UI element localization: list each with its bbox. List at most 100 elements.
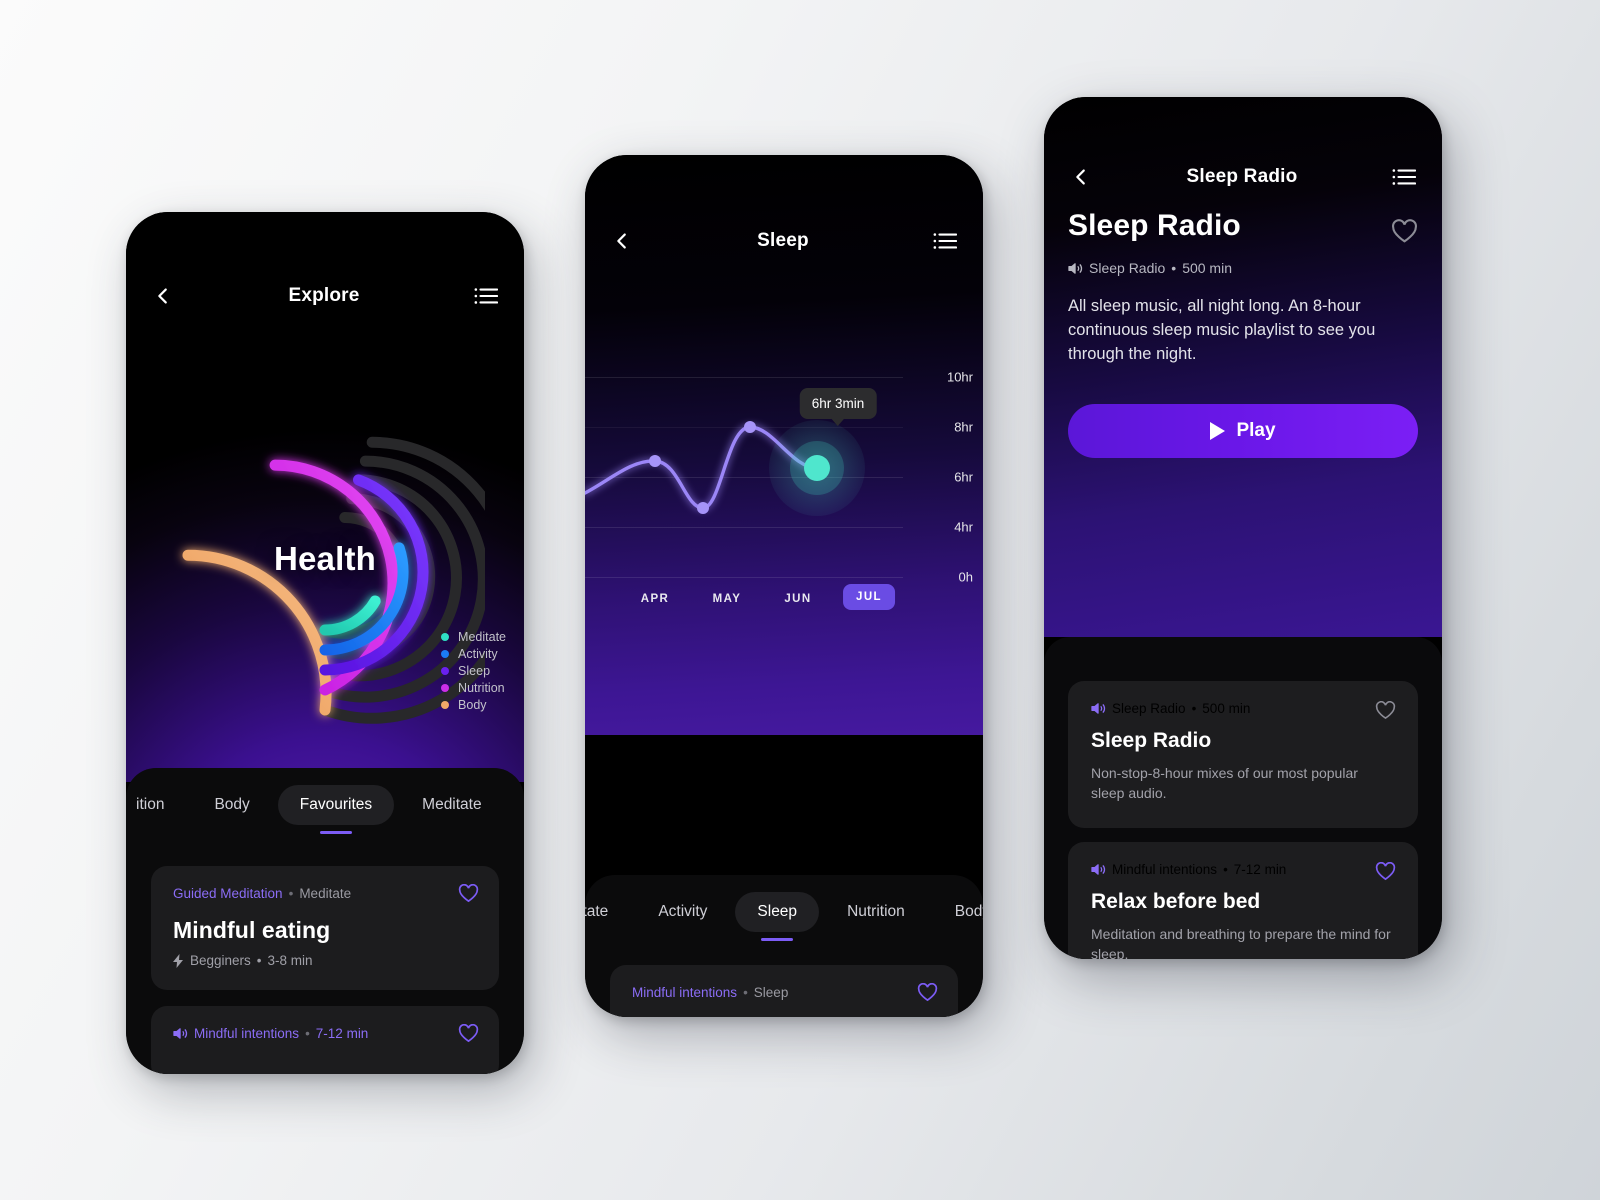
list-icon[interactable] — [474, 287, 498, 305]
card-meta: Guided Meditation • Meditate — [173, 886, 477, 901]
card-title: Sleep Radio — [1091, 729, 1212, 752]
card-meta: Mindful intentions • 7-12 min — [1091, 862, 1395, 877]
favourite-heart-icon[interactable] — [1375, 861, 1396, 881]
legend-color-dot — [441, 667, 450, 675]
y-tick-label: 0h — [958, 569, 973, 585]
legend-label: Sleep — [458, 664, 491, 678]
speaker-icon — [1091, 863, 1106, 875]
card-subtitle: Begginers • 3-8 min — [173, 953, 477, 968]
play-label: Play — [1236, 419, 1276, 441]
playlist-card[interactable]: Sleep Radio • 500 min Sleep Radio Non-st… — [1068, 681, 1418, 828]
card-separator: • — [1223, 861, 1228, 877]
back-icon[interactable] — [152, 285, 174, 307]
hero-title: Sleep Radio — [1068, 209, 1241, 242]
category-tab-bar[interactable]: ition Body Favourites Meditate Activit — [126, 768, 512, 842]
tab-body[interactable]: Body — [933, 892, 983, 932]
tab-nutrition[interactable]: ition — [126, 785, 186, 825]
card-separator: • — [305, 1026, 310, 1041]
legend-color-dot — [441, 701, 450, 709]
play-button[interactable]: Play — [1068, 403, 1418, 458]
list-icon[interactable] — [933, 232, 957, 250]
tab-favourites[interactable]: Favourites — [277, 785, 395, 825]
card-description: Meditation and breathing to prepare the … — [1091, 925, 1391, 959]
tab-activity[interactable]: Activity — [636, 892, 729, 932]
data-point-apr — [649, 455, 661, 467]
speaker-icon — [1068, 262, 1083, 274]
card-source: Sleep Radio — [1112, 701, 1186, 716]
donut-legend: Meditate Activity Sleep Nutrition Body — [441, 630, 506, 712]
playlist-card[interactable]: Mindful intentions • 7-12 min Relax befo… — [1068, 841, 1418, 959]
legend-item: Nutrition — [441, 681, 506, 695]
legend-item: Sleep — [441, 664, 506, 678]
tab-sleep[interactable]: Sleep — [735, 892, 820, 932]
card-level: Begginers — [190, 953, 251, 968]
card-source: Guided Meditation — [173, 886, 283, 901]
card-meta: Mindful intentions • Sleep — [632, 985, 936, 1000]
card-separator: • — [743, 985, 748, 1000]
card-source: Mindful intentions — [632, 985, 738, 1000]
speaker-icon — [173, 1028, 188, 1039]
legend-item: Meditate — [441, 630, 506, 644]
card-separator: • — [256, 953, 262, 968]
legend-item: Activity — [441, 647, 506, 661]
sleep-header: Sleep — [585, 213, 983, 269]
month-may[interactable]: MAY — [713, 593, 742, 605]
month-jun[interactable]: JUN — [784, 593, 811, 605]
tab-nutrition[interactable]: Nutrition — [825, 892, 927, 932]
page-title: Sleep Radio — [1186, 166, 1298, 187]
favourite-heart-icon[interactable] — [1375, 701, 1396, 720]
data-point-may — [697, 502, 709, 514]
legend-label: Meditate — [458, 630, 506, 644]
data-point-jul — [804, 455, 830, 481]
play-icon — [1210, 421, 1226, 440]
card-title: Mindful eating — [173, 917, 331, 943]
card-separator: • — [1191, 701, 1197, 716]
sleep-line-chart: 10hr 8hr 6hr 4hr 0h 6hr 3min — [585, 350, 983, 620]
card-duration: 3-8 min — [267, 953, 313, 968]
hero-description: All sleep music, all night long. An 8-ho… — [1068, 297, 1376, 363]
donut-center-label: Health — [273, 540, 377, 577]
legend-label: Body — [458, 698, 487, 712]
content-card[interactable]: Mindful intentions • 7-12 min — [151, 1006, 499, 1074]
favourite-heart-icon[interactable] — [458, 1024, 479, 1043]
hero-duration: 500 min — [1182, 260, 1232, 276]
favourite-heart-icon[interactable] — [1391, 219, 1418, 244]
tab-meditate[interactable]: itate — [585, 892, 630, 932]
tab-activity[interactable]: Activit — [510, 785, 524, 825]
card-duration: 7-12 min — [315, 1026, 369, 1041]
page-title: Sleep — [757, 230, 809, 251]
content-card[interactable]: Guided Meditation • Meditate Mindful eat… — [151, 866, 499, 990]
y-tick-label: 6hr — [954, 469, 973, 485]
month-apr[interactable]: APR — [641, 593, 669, 605]
chart-tooltip: 6hr 3min — [799, 388, 877, 419]
explore-content-sheet: ition Body Favourites Meditate Activit G… — [126, 768, 524, 1074]
y-tick-label: 8hr — [954, 419, 973, 435]
category-tab-bar[interactable]: itate Activity Sleep Nutrition Body — [585, 875, 983, 949]
month-selector[interactable]: APR MAY JUN JUL — [585, 584, 983, 620]
y-tick-label: 10hr — [946, 369, 973, 385]
list-icon[interactable] — [1392, 168, 1416, 186]
phone-sleep: Sleep 10hr 8hr 6hr 4hr 0h 6hr 3min APR M… — [585, 155, 983, 1017]
back-icon[interactable] — [1070, 166, 1092, 188]
card-meta: Sleep Radio • 500 min — [1091, 701, 1395, 716]
legend-label: Activity — [458, 647, 498, 661]
hero-source: Sleep Radio — [1089, 260, 1166, 276]
content-card[interactable]: Mindful intentions • Sleep Relax before … — [610, 965, 958, 1017]
tab-body[interactable]: Body — [192, 785, 271, 825]
legend-color-dot — [441, 633, 450, 641]
legend-color-dot — [441, 650, 450, 658]
legend-item: Body — [441, 698, 506, 712]
back-icon[interactable] — [611, 230, 633, 252]
sleep-radio-header: Sleep Radio — [1044, 149, 1442, 205]
hero-separator: • — [1171, 260, 1177, 276]
phone-sleep-radio: Sleep Radio Sleep Radio Sleep Radio • 50… — [1044, 97, 1442, 959]
card-source: Mindful intentions — [1112, 861, 1218, 877]
month-jul[interactable]: JUL — [843, 584, 895, 610]
y-tick-label: 4hr — [954, 519, 973, 535]
favourite-heart-icon[interactable] — [917, 983, 938, 1002]
favourite-heart-icon[interactable] — [458, 884, 479, 903]
card-title: Relax before bed — [1091, 889, 1261, 913]
card-source: Mindful intentions — [194, 1026, 300, 1041]
tab-meditate[interactable]: Meditate — [400, 785, 503, 825]
speaker-icon — [1091, 703, 1106, 714]
